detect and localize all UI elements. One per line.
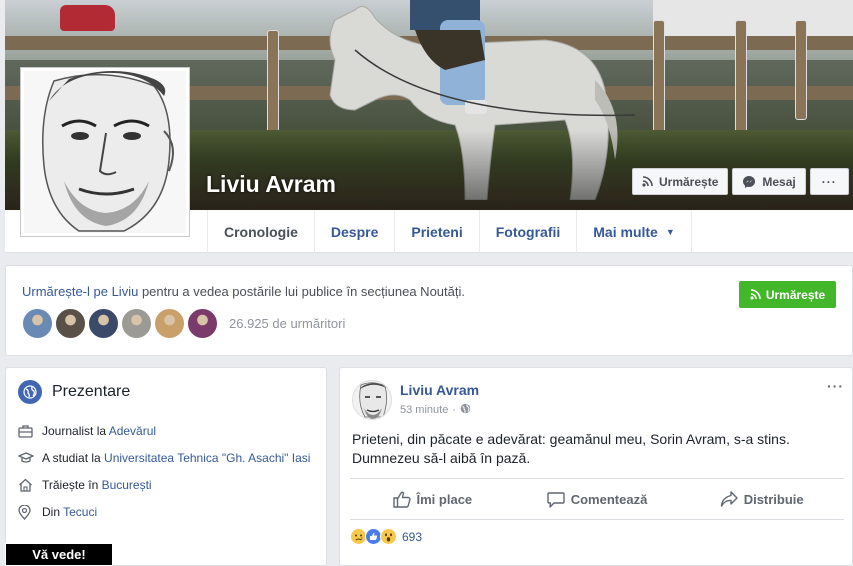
intro-item-link[interactable]: Tecuci <box>63 505 97 519</box>
intro-title: Prezentare <box>52 383 131 400</box>
share-button-label: Distribuie <box>743 491 804 507</box>
intro-list: Journalist la Adevărul A studiat la Univ… <box>17 423 313 532</box>
like-button[interactable]: Îmi place <box>350 479 515 519</box>
follower-avatar[interactable] <box>187 308 218 339</box>
intro-item-text: Journalist la <box>42 424 109 438</box>
post-timestamp[interactable]: 53 minute <box>400 404 448 416</box>
intro-item-link[interactable]: Universitatea Tehnica "Gh. Asachi" Iasi <box>104 451 310 465</box>
cover-car <box>60 5 115 31</box>
intro-item-education: A studiat la Universitatea Tehnica "Gh. … <box>17 450 313 469</box>
profile-picture[interactable] <box>20 67 190 237</box>
caret-down-icon: ▼ <box>665 226 675 237</box>
followers-row: 26.925 de urmăritori <box>22 308 345 339</box>
follower-avatar[interactable] <box>88 308 119 339</box>
intro-item-link[interactable]: Adevărul <box>109 424 156 438</box>
follow-button[interactable]: Urmărește <box>632 168 729 195</box>
fence-post <box>735 20 747 140</box>
messenger-icon <box>742 175 756 189</box>
follow-button-label: Urmărește <box>659 174 719 189</box>
thumbs-up-icon <box>392 491 411 508</box>
post-text-line: Dumnezeu să-l aibă în pază. <box>352 450 531 466</box>
comment-button-label: Comentează <box>570 491 648 507</box>
intro-item-text: Din <box>42 505 64 519</box>
intro-item-from: Din Tecuci <box>18 504 313 524</box>
post-meta: 53 minute · <box>400 403 471 417</box>
separator-dot: · <box>452 404 456 416</box>
post-action-bar: Îmi place Comentează Distribuie <box>350 478 844 520</box>
follower-avatar[interactable] <box>121 308 152 339</box>
fence-post <box>795 20 807 120</box>
intro-item-link[interactable]: București <box>102 478 152 492</box>
follow-prompt-rest: pentru a vedea postările lui publice în … <box>138 284 465 299</box>
more-options-button[interactable]: ··· <box>809 168 849 195</box>
briefcase-icon <box>18 423 42 442</box>
tab-more[interactable]: Mai multe ▼ <box>576 210 692 253</box>
comment-bubble-icon <box>547 491 565 508</box>
follower-avatar[interactable] <box>22 308 53 339</box>
profile-sketch-portrait <box>24 71 186 233</box>
overlay-banner: Vă vede! <box>5 543 113 566</box>
wow-reaction-icon <box>380 528 397 545</box>
intro-item-lives: Trăiește în București <box>18 477 313 496</box>
comment-button[interactable]: Comentează <box>515 479 680 519</box>
post-text-line: Prieteni, din păcate e adevărat: geamănu… <box>352 431 790 447</box>
timeline-post: Liviu Avram 53 minute · ··· Prieteni, di… <box>339 367 853 566</box>
rss-icon <box>642 176 653 187</box>
tab-more-label: Mai multe <box>593 223 658 240</box>
fence-post <box>653 20 665 140</box>
post-body: Prieteni, din păcate e adevărat: geamănu… <box>352 430 842 468</box>
follow-prompt-box: Urmărește-l pe Liviu pentru a vedea post… <box>5 265 853 356</box>
follow-green-button-label: Urmărește <box>765 287 826 302</box>
tab-photos[interactable]: Fotografii <box>478 210 577 253</box>
post-author-avatar[interactable] <box>352 380 392 420</box>
home-icon <box>18 477 42 496</box>
profile-name[interactable]: Liviu Avram <box>206 171 336 198</box>
reaction-count: 693 <box>402 529 423 544</box>
post-options-button[interactable]: ··· <box>827 378 844 394</box>
share-arrow-icon <box>720 491 738 507</box>
post-author-name[interactable]: Liviu Avram <box>400 382 479 398</box>
cover-actions: Urmărește Mesaj ··· <box>632 168 849 195</box>
globe-icon <box>18 380 42 404</box>
follower-count[interactable]: 26.925 de urmăritori <box>229 316 345 331</box>
message-button[interactable]: Mesaj <box>732 168 806 195</box>
follow-prompt-text: Urmărește-l pe Liviu pentru a vedea post… <box>22 284 465 299</box>
intro-item-text: A studiat la <box>42 451 105 465</box>
follow-green-button[interactable]: Urmărește <box>739 281 836 308</box>
intro-item-text: Trăiește în <box>42 478 102 492</box>
follower-avatar[interactable] <box>55 308 86 339</box>
intro-item-work: Journalist la Adevărul <box>18 423 313 442</box>
intro-card: Prezentare Journalist la Adevărul A stud… <box>5 367 327 566</box>
graduation-cap-icon <box>17 450 42 469</box>
like-button-label: Îmi place <box>416 491 473 507</box>
privacy-globe-icon[interactable] <box>460 403 471 417</box>
tab-friends[interactable]: Prieteni <box>394 210 478 253</box>
message-button-label: Mesaj <box>762 174 796 189</box>
reactions-summary[interactable]: 693 <box>350 528 422 545</box>
location-pin-icon <box>18 504 42 524</box>
follow-prompt-link[interactable]: Urmărește-l pe Liviu <box>22 284 138 299</box>
tab-timeline[interactable]: Cronologie <box>207 210 314 253</box>
follower-avatar[interactable] <box>154 308 185 339</box>
tab-about[interactable]: Despre <box>313 210 394 253</box>
share-button[interactable]: Distribuie <box>679 479 844 519</box>
rss-icon <box>750 289 761 300</box>
